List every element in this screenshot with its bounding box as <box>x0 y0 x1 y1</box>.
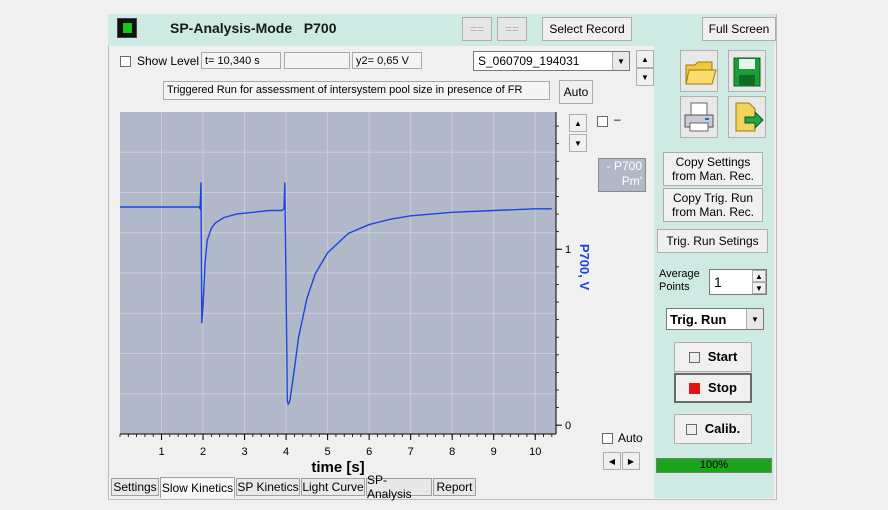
auto-scale-label: Auto <box>618 431 643 445</box>
x-tick-label: 10 <box>529 446 541 458</box>
open-button[interactable] <box>680 50 718 92</box>
calib-indicator-icon <box>685 423 697 435</box>
time-readout: t= 10,340 s <box>201 52 281 69</box>
mode-dropdown[interactable]: Trig. Run ▼ <box>666 308 764 330</box>
comment-field[interactable]: Triggered Run for assessment of intersys… <box>163 81 550 100</box>
plot-scroll-down-button[interactable]: ▼ <box>569 134 587 152</box>
start-label: Start <box>707 349 738 364</box>
stop-button[interactable]: Stop <box>674 373 752 403</box>
full-screen-button[interactable]: Full Screen <box>702 17 776 41</box>
arrow-up-icon: ▲ <box>574 118 582 128</box>
average-points-label: Average Points <box>659 268 700 293</box>
legend-series-sublabel: Pm' <box>621 174 642 188</box>
record-dropdown[interactable]: S_060709_194031 ▼ <box>473 51 630 71</box>
y-tick-label: 1 <box>565 244 571 256</box>
status-led <box>117 18 137 38</box>
x-tick-label: 8 <box>449 446 455 458</box>
arrow-down-icon: ▼ <box>641 72 649 82</box>
x-tick-label: 6 <box>366 446 372 458</box>
start-button[interactable]: Start <box>674 342 752 372</box>
start-indicator-icon <box>688 351 700 363</box>
plot-scroll-up-button[interactable]: ▲ <box>569 114 587 132</box>
x-tick-label: 5 <box>325 446 331 458</box>
tab-sp-kinetics[interactable]: SP Kinetics <box>236 478 300 496</box>
x-tick-label: 2 <box>200 446 206 458</box>
y-axis-label: P700, V <box>577 244 590 291</box>
export-icon <box>735 102 764 132</box>
select-record-button[interactable]: Select Record <box>542 17 632 41</box>
save-disk-icon <box>733 57 761 87</box>
auto-scale-checkbox[interactable] <box>602 433 613 444</box>
save-button[interactable] <box>728 50 766 92</box>
record-dropdown-value: S_060709_194031 <box>478 54 580 68</box>
copy-trig-run-button[interactable]: Copy Trig. Run from Man. Rec. <box>663 188 763 222</box>
arrow-up-icon: ▲ <box>641 54 649 64</box>
y-tick-label: 0 <box>565 420 571 432</box>
printer-icon <box>684 102 714 132</box>
tab-report[interactable]: Report <box>433 478 476 496</box>
open-folder-icon <box>685 61 717 85</box>
chart-axes: 1 2 3 4 5 6 7 8 9 10 0 1 time [s] P700, V <box>119 112 590 475</box>
print-button[interactable] <box>680 96 718 138</box>
show-level-label: Show Level <box>137 54 200 68</box>
stop-indicator-icon <box>689 382 701 394</box>
scroll-left-button[interactable]: ◀ <box>603 452 621 470</box>
side-checkbox[interactable] <box>597 116 608 127</box>
eq-button-1[interactable]: == <box>462 17 492 41</box>
x-tick-label: 9 <box>491 446 497 458</box>
export-button[interactable] <box>728 96 766 138</box>
chevron-down-icon[interactable]: ▼ <box>612 52 629 70</box>
x-axis-label: time [s] <box>311 459 364 475</box>
legend-box: - P700 Pm' <box>598 158 646 192</box>
x-tick-label: 7 <box>408 446 414 458</box>
arrow-right-icon: ▶ <box>627 456 635 466</box>
chevron-down-icon[interactable]: ▼ <box>746 309 763 329</box>
stepper-down-icon[interactable]: ▼ <box>752 282 766 294</box>
tab-slow-kinetics[interactable]: Slow Kinetics <box>160 477 235 498</box>
page-title: SP-Analysis-Mode P700 <box>170 20 337 36</box>
record-next-button[interactable]: ▼ <box>636 68 654 86</box>
record-prev-button[interactable]: ▲ <box>636 50 654 68</box>
y2-readout: y2= 0,65 V <box>352 52 422 69</box>
x-tick-label: 3 <box>242 446 248 458</box>
calib-label: Calib. <box>704 421 741 436</box>
legend-line-icon: - <box>606 159 614 173</box>
eq-button-2[interactable]: == <box>497 17 527 41</box>
calib-button[interactable]: Calib. <box>674 414 752 444</box>
x-tick-label: 1 <box>158 446 164 458</box>
stepper-up-icon[interactable]: ▲ <box>752 270 766 282</box>
scroll-right-button[interactable]: ▶ <box>622 452 640 470</box>
arrow-left-icon: ◀ <box>608 456 616 466</box>
progress-label: 100% <box>699 459 729 471</box>
status-led-green <box>123 23 132 33</box>
blank-readout <box>284 52 350 69</box>
arrow-down-icon: ▼ <box>574 138 582 148</box>
average-points-value: 1 <box>714 274 722 290</box>
stop-label: Stop <box>708 380 737 395</box>
legend-series-label: P700 <box>613 159 642 173</box>
show-level-checkbox[interactable] <box>120 56 131 67</box>
average-points-stepper[interactable]: 1 ▲ ▼ <box>709 269 767 295</box>
mode-dropdown-value: Trig. Run <box>670 312 727 327</box>
copy-settings-button[interactable]: Copy Settings from Man. Rec. <box>663 152 763 186</box>
tab-settings[interactable]: Settings <box>111 478 159 496</box>
tab-light-curve[interactable]: Light Curve <box>301 478 365 496</box>
trig-run-settings-button[interactable]: Trig. Run Setings <box>657 229 768 253</box>
progress-bar: 100% <box>656 458 772 473</box>
x-tick-label: 4 <box>283 446 289 458</box>
side-checkbox-label: – <box>614 112 621 126</box>
tab-sp-analysis[interactable]: SP-Analysis <box>366 473 432 501</box>
